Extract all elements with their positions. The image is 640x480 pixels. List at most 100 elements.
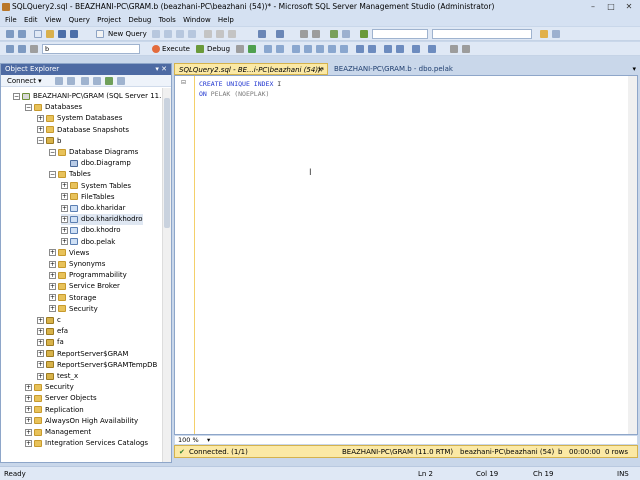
filter-icon[interactable] (93, 77, 101, 85)
tree-node[interactable]: + Management (25, 427, 91, 438)
maximize-button[interactable]: □ (602, 1, 620, 13)
refresh-icon[interactable] (105, 77, 113, 85)
results-to-grid-icon[interactable] (328, 45, 336, 53)
expand-icon[interactable]: + (37, 338, 44, 346)
expand-icon[interactable]: + (61, 204, 68, 212)
code-line-1[interactable]: CREATE UNIQUE INDEX I (199, 80, 281, 88)
tree-node[interactable]: + test_x (37, 371, 78, 382)
new-query-button[interactable]: New Query (108, 30, 147, 38)
menu-view[interactable]: View (45, 14, 62, 26)
query-designer-icon[interactable] (276, 45, 284, 53)
results-to-file-icon[interactable] (340, 45, 348, 53)
disconnect-icon[interactable] (30, 45, 38, 53)
increase-indent-icon[interactable] (396, 45, 404, 53)
connect-dropdown-button[interactable]: Connect ▾ (7, 77, 42, 85)
menu-edit[interactable]: Edit (24, 14, 38, 26)
tree-node[interactable]: − Database Diagrams (49, 147, 138, 158)
db-engine-query-icon[interactable] (152, 30, 160, 38)
menu-query[interactable]: Query (69, 14, 90, 26)
collapse-icon[interactable]: ⊟ (181, 79, 186, 86)
code-line-2[interactable]: ON PELAK (NOEPLAK) (199, 90, 269, 98)
include-plan-icon[interactable] (292, 45, 300, 53)
dmx-query-icon[interactable] (188, 30, 196, 38)
navigate-forward-icon[interactable] (312, 30, 320, 38)
expand-icon[interactable]: + (61, 226, 68, 234)
new-item-icon[interactable] (34, 30, 42, 38)
query-editor[interactable]: ⊟ CREATE UNIQUE INDEX I ON PELAK (NOEPLA… (174, 75, 638, 435)
zoom-dropdown-icon[interactable]: ▾ (207, 436, 210, 445)
expand-icon[interactable]: + (49, 282, 56, 290)
display-plan-icon[interactable] (264, 45, 272, 53)
expand-icon[interactable]: + (61, 238, 68, 246)
tree-node[interactable]: + efa (37, 326, 68, 337)
zoom-level[interactable]: 100 % (178, 436, 199, 445)
tree-node[interactable]: + dbo.khodro (61, 225, 121, 236)
minimize-button[interactable]: – (584, 1, 602, 13)
tree-node[interactable]: + Service Broker (49, 281, 120, 292)
menu-window[interactable]: Window (183, 14, 211, 26)
collapse-icon[interactable]: − (49, 148, 56, 156)
expand-icon[interactable]: + (49, 249, 56, 257)
tree-node[interactable]: + dbo.kharidar (61, 203, 126, 214)
tree-node[interactable]: + Database Snapshots (37, 125, 129, 136)
undo-icon[interactable] (258, 30, 266, 38)
execute-button[interactable]: Execute (162, 45, 190, 53)
decrease-indent-icon[interactable] (384, 45, 392, 53)
mdx-query-icon[interactable] (176, 30, 184, 38)
activity-monitor-icon[interactable] (117, 77, 125, 85)
toolbar-options-icon[interactable] (428, 45, 436, 53)
new-query-icon[interactable] (96, 30, 104, 38)
back-icon[interactable] (6, 30, 14, 38)
expand-icon[interactable]: + (25, 417, 32, 425)
results-to-text-icon[interactable] (316, 45, 324, 53)
expand-icon[interactable]: + (37, 361, 44, 369)
collapse-icon[interactable]: − (25, 103, 32, 111)
cancel-execution-icon[interactable] (236, 45, 244, 53)
solution-config-combo[interactable] (372, 29, 428, 39)
tree-node[interactable]: + Server Objects (25, 393, 97, 404)
expand-icon[interactable]: + (25, 439, 32, 447)
start-debug-icon[interactable] (330, 30, 338, 38)
tree-node[interactable]: + Synonyms (49, 259, 105, 270)
expand-icon[interactable]: + (49, 305, 56, 313)
tab-dbo-pelak[interactable]: BEAZHANI-PC\GRAM.b - dbo.pelak (330, 63, 480, 75)
tree-node[interactable]: + dbo.pelak (61, 237, 115, 248)
tree-node[interactable]: − b (37, 136, 61, 147)
expand-icon[interactable]: + (61, 182, 68, 190)
expand-icon[interactable]: + (49, 271, 56, 279)
tree-node[interactable]: + c (37, 315, 61, 326)
expand-icon[interactable]: + (61, 215, 68, 223)
save-icon[interactable] (58, 30, 66, 38)
expand-icon[interactable]: + (37, 327, 44, 335)
tree-node[interactable]: + Security (49, 304, 98, 315)
tree-node[interactable]: + Integration Services Catalogs (25, 438, 148, 449)
tree-node[interactable]: + System Tables (61, 181, 131, 192)
expand-icon[interactable]: + (61, 193, 68, 201)
menu-help[interactable]: Help (218, 14, 234, 26)
collapse-icon[interactable]: − (37, 137, 44, 145)
available-databases-combo[interactable]: b (42, 44, 140, 54)
copy-icon[interactable] (216, 30, 224, 38)
analysis-query-icon[interactable] (164, 30, 172, 38)
stop-icon[interactable] (81, 77, 89, 85)
close-window-button[interactable]: ✕ (620, 1, 638, 13)
word-wrap-icon[interactable] (462, 45, 470, 53)
change-connection-icon[interactable] (18, 45, 26, 53)
menu-project[interactable]: Project (97, 14, 121, 26)
editor-scrollbar[interactable] (628, 76, 637, 434)
expand-icon[interactable]: + (25, 394, 32, 402)
expand-icon[interactable]: + (37, 316, 44, 324)
solution-config-icon[interactable] (342, 30, 350, 38)
specify-values-icon[interactable] (412, 45, 420, 53)
find-combo[interactable] (432, 29, 532, 39)
expand-icon[interactable]: + (25, 428, 32, 436)
uncomment-icon[interactable] (368, 45, 376, 53)
tree-node[interactable]: − Databases (25, 102, 82, 113)
font-size-icon[interactable] (450, 45, 458, 53)
menu-debug[interactable]: Debug (128, 14, 151, 26)
tree-node[interactable]: − Tables (49, 169, 91, 180)
open-file-icon[interactable] (46, 30, 54, 38)
tree-node[interactable]: + System Databases (37, 113, 122, 124)
tab-overflow-icon[interactable]: ▾ (632, 65, 636, 73)
tree-node[interactable]: + FileTables (61, 192, 114, 203)
